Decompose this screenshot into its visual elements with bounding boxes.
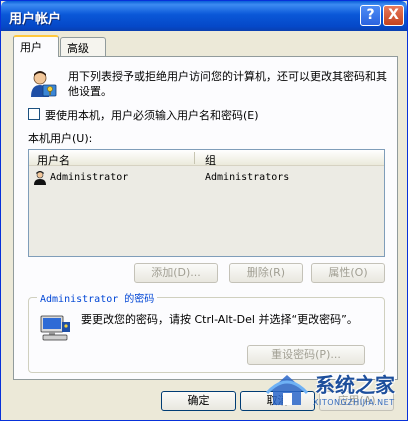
ok-button[interactable]: 确定 — [161, 391, 236, 411]
column-header-username[interactable]: 用户名 — [37, 152, 70, 168]
user-keys-icon — [31, 71, 57, 97]
password-group: Administrator 的密码 要更改您的密码，请按 Ctrl-Alt-De… — [28, 290, 385, 373]
users-listview[interactable]: 用户名 组 Administrator Administrators — [28, 149, 385, 257]
tab-users[interactable]: 用户 — [13, 35, 59, 57]
user-accounts-dialog: 用户帐户 ? X 用户 高级 用下列表授予或拒绝用户访问您的计算机，还可以更改其… — [0, 0, 408, 421]
require-login-checkbox[interactable] — [28, 108, 40, 120]
close-button[interactable]: X — [383, 5, 404, 26]
title-bar[interactable]: 用户帐户 ? X — [1, 1, 407, 31]
user-icon — [34, 171, 46, 185]
require-login-label[interactable]: 要使用本机，用户必须输入用户名和密码(E) — [45, 107, 259, 123]
password-group-legend: Administrator 的密码 — [37, 290, 158, 305]
list-header: 用户名 组 — [29, 150, 384, 168]
column-header-group[interactable]: 组 — [205, 152, 216, 168]
intro-text: 用下列表授予或拒绝用户访问您的计算机，还可以更改其密码和其他设置。 — [68, 70, 387, 98]
properties-button[interactable]: 属性(O) — [311, 263, 385, 283]
column-divider[interactable] — [194, 152, 195, 164]
tab-advanced[interactable]: 高级 — [60, 37, 106, 56]
user-group-cell: Administrators — [205, 172, 290, 183]
window-title: 用户帐户 — [9, 12, 62, 27]
table-row[interactable]: Administrator Administrators — [29, 170, 384, 186]
users-list-label: 本机用户(U): — [28, 132, 93, 145]
help-button[interactable]: ? — [360, 5, 381, 26]
computer-icon — [40, 315, 70, 341]
add-user-button[interactable]: 添加(D)... — [134, 263, 218, 283]
remove-user-button[interactable]: 删除(R) — [229, 263, 303, 283]
cancel-button[interactable]: 取消 — [240, 391, 315, 411]
apply-button[interactable]: 应用(A) — [319, 391, 394, 411]
user-name-cell: Administrator — [50, 172, 129, 183]
users-tab-panel: 用下列表授予或拒绝用户访问您的计算机，还可以更改其密码和其他设置。 要使用本机，… — [13, 56, 398, 380]
reset-password-button[interactable]: 重设密码(P)... — [247, 345, 365, 365]
password-instructions: 要更改您的密码，请按 Ctrl-Alt-Del 并选择“更改密码”。 — [81, 313, 358, 326]
